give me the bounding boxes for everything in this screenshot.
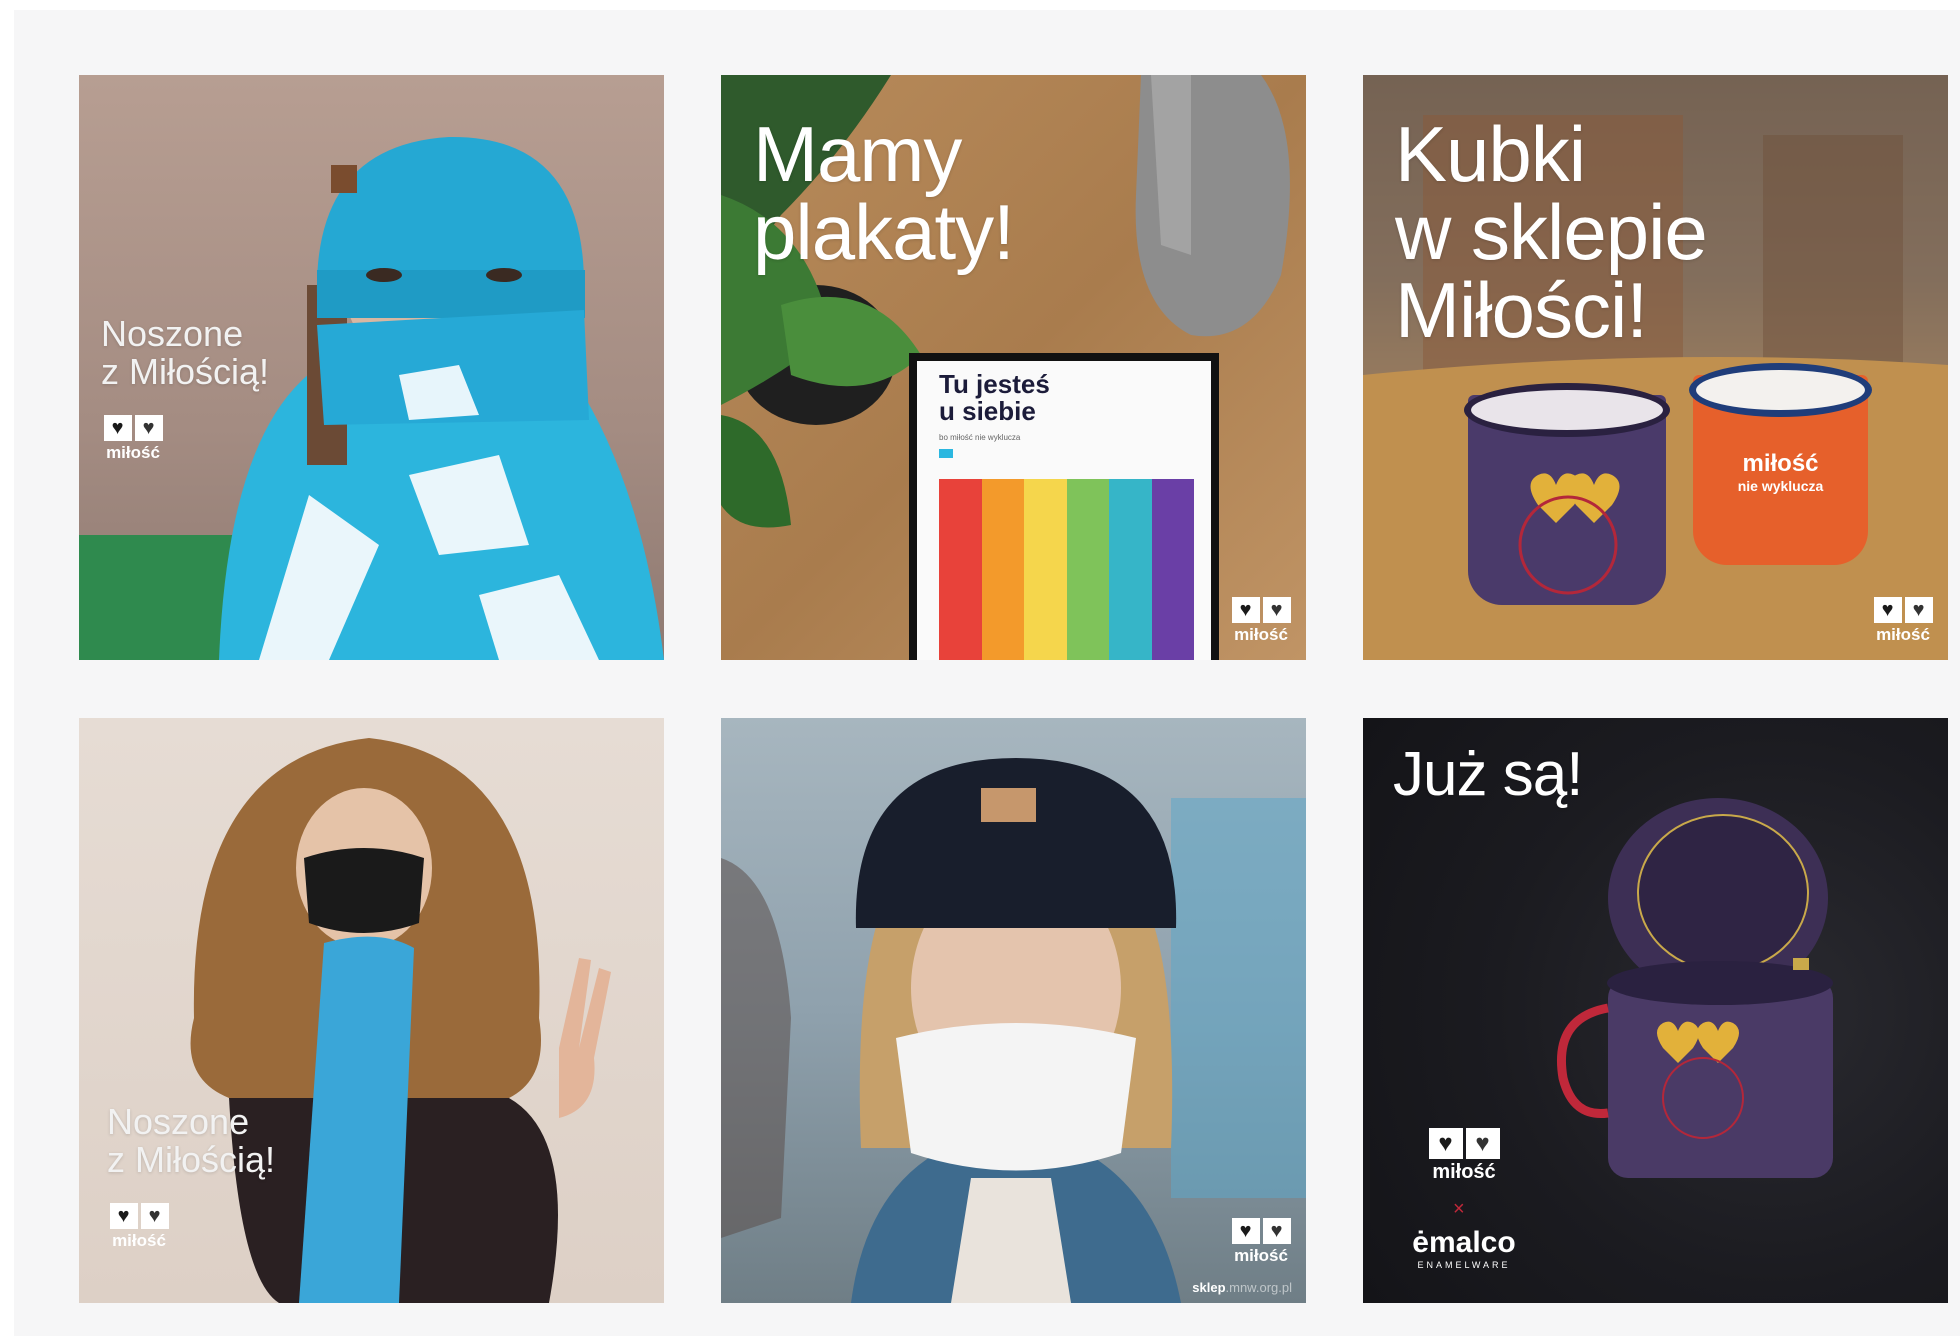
image-grid: Noszone z Miłością! ♥ ♥ miłość Tu jesteś bbox=[14, 10, 1960, 1336]
overlay-caption: Już są! bbox=[1393, 740, 1583, 809]
heart-icon: ♥ bbox=[1428, 1128, 1463, 1159]
heart-icon: ♥ bbox=[109, 1203, 138, 1229]
caption-line: Mamy bbox=[753, 110, 962, 198]
logo-text: miłość bbox=[1234, 625, 1288, 644]
brand-logo: ♥ ♥ miłość bbox=[1229, 597, 1293, 645]
partner-name: ėmalco bbox=[1412, 1226, 1516, 1259]
logo-text: miłość bbox=[112, 1231, 166, 1250]
stripe bbox=[1151, 479, 1194, 660]
stripe bbox=[981, 479, 1024, 660]
stripe bbox=[1066, 479, 1109, 660]
overlay-caption: Mamy plakaty! bbox=[753, 110, 1015, 276]
separator: × bbox=[1453, 1198, 1465, 1220]
caption-line: Noszone bbox=[101, 313, 244, 354]
mug-label: nie wyklucza bbox=[1737, 478, 1824, 494]
mug-purple bbox=[1464, 383, 1670, 605]
heart-outline-icon: ♥ bbox=[1262, 597, 1291, 623]
post-tile-poster[interactable]: Tu jesteś u siebie bo miłość nie wyklucz… bbox=[721, 75, 1306, 660]
stripe bbox=[1109, 479, 1152, 660]
brand-logo: ♥ ♥ miłość bbox=[101, 415, 165, 463]
caption-line: plakaty! bbox=[753, 188, 1015, 276]
brand-logo: ♥ ♥ miłość bbox=[107, 1203, 171, 1251]
heart-outline-icon: ♥ bbox=[1262, 1218, 1291, 1244]
partner-sub: ENAMELWARE bbox=[1417, 1260, 1511, 1270]
brand-logo: ♥ ♥ miłość bbox=[1229, 1218, 1293, 1266]
caption-line: z Miłością! bbox=[101, 350, 270, 392]
overlay-caption: Noszone z Miłością! bbox=[101, 315, 269, 391]
overlay-caption: Noszone z Miłością! bbox=[107, 1103, 275, 1179]
stripe bbox=[1024, 479, 1067, 660]
heart-icon: ♥ bbox=[1873, 597, 1902, 623]
heart-outline-icon: ♥ bbox=[140, 1203, 169, 1229]
poster-title: Tu jesteś u siebie bbox=[939, 369, 1050, 427]
post-tile-mugs[interactable]: miłość nie wyklucza Kubki w sklepie Miło… bbox=[1363, 75, 1948, 660]
mug-orange: miłość nie wyklucza bbox=[1689, 363, 1872, 565]
logo-text: miłość bbox=[1234, 1246, 1288, 1265]
logo-text: miłość bbox=[1432, 1161, 1496, 1183]
poster-subtitle: bo miłość nie wyklucza bbox=[939, 433, 1021, 442]
logo-text: miłość bbox=[1876, 625, 1930, 644]
caption-line: Miłości! bbox=[1395, 266, 1648, 354]
partner-logo: ėmalco ENAMELWARE bbox=[1394, 1226, 1534, 1270]
stripe bbox=[939, 479, 982, 660]
logo-text: miłość bbox=[106, 443, 160, 462]
poster-badge bbox=[939, 449, 953, 458]
caption-line: w sklepie bbox=[1395, 188, 1708, 276]
post-tile-peace[interactable]: Noszone z Miłością! ♥ ♥ miłość bbox=[79, 718, 664, 1303]
mug-label: miłość bbox=[1742, 450, 1819, 477]
caption-line: Już są! bbox=[1393, 740, 1583, 809]
post-tile-announcement[interactable]: Już są! ♥ ♥ miłość × ėmalco ENAMELWARE bbox=[1363, 718, 1948, 1303]
heart-icon: ♥ bbox=[103, 415, 132, 441]
overlay-caption: Kubki w sklepie Miłości! bbox=[1395, 110, 1708, 354]
shop-url: sklep.mnw.org.pl bbox=[1192, 1280, 1292, 1295]
brand-logo: ♥ ♥ miłość bbox=[1871, 597, 1935, 645]
brand-logo: ♥ ♥ miłość bbox=[1425, 1128, 1503, 1184]
post-tile-scarf[interactable]: Noszone z Miłością! ♥ ♥ miłość bbox=[79, 75, 664, 660]
heart-outline-icon: ♥ bbox=[134, 415, 163, 441]
post-tile-mask[interactable]: ♥ ♥ miłość sklep.mnw.org.pl bbox=[721, 718, 1306, 1303]
heart-icon: ♥ bbox=[1231, 597, 1260, 623]
poster: Tu jesteś u siebie bo miłość nie wyklucz… bbox=[909, 353, 1219, 660]
heart-outline-icon: ♥ bbox=[1904, 597, 1933, 623]
heart-outline-icon: ♥ bbox=[1465, 1128, 1500, 1159]
heart-icon: ♥ bbox=[1231, 1218, 1260, 1244]
caption-line: Kubki bbox=[1395, 110, 1586, 198]
caption-line: Noszone bbox=[107, 1101, 250, 1142]
caption-line: z Miłością! bbox=[107, 1138, 276, 1180]
rainbow-stripes bbox=[939, 479, 1194, 660]
photo-person-mask bbox=[721, 758, 1306, 1303]
